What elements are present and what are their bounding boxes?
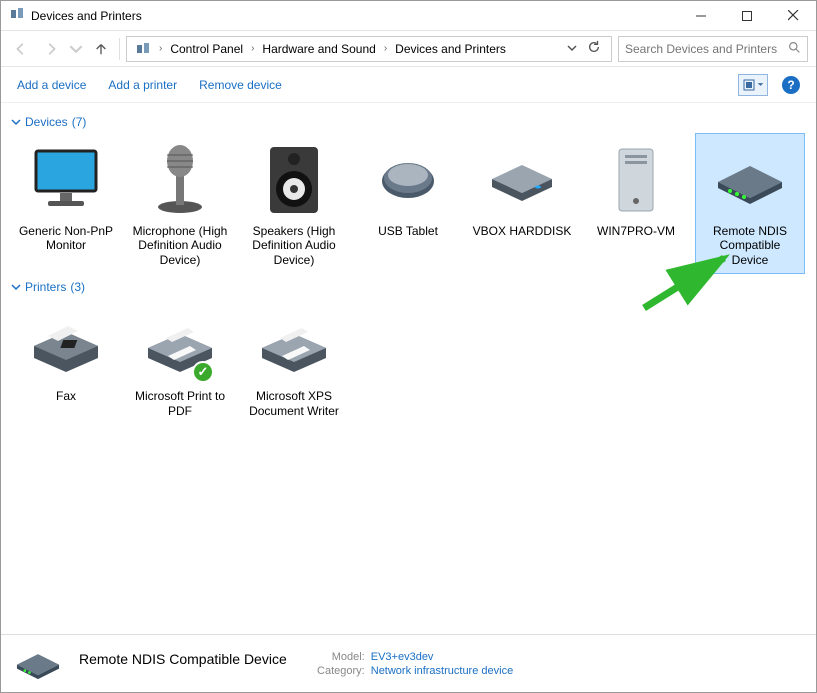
- add-printer-button[interactable]: Add a printer: [108, 78, 177, 92]
- window-title: Devices and Printers: [31, 9, 142, 23]
- group-name: Printers: [25, 280, 66, 294]
- device-item[interactable]: Remote NDIS Compatible Device: [695, 133, 805, 274]
- history-dropdown[interactable]: [563, 40, 581, 58]
- chevron-right-icon[interactable]: ›: [249, 43, 256, 54]
- device-label: Remote NDIS Compatible Device: [700, 224, 800, 267]
- search-icon[interactable]: [788, 41, 801, 57]
- printer-label: Microsoft XPS Document Writer: [244, 389, 344, 418]
- monitor-icon: [26, 142, 106, 220]
- group-header-devices[interactable]: Devices (7): [11, 109, 806, 133]
- computer-icon: [596, 142, 676, 220]
- titlebar: Devices and Printers: [1, 1, 816, 31]
- breadcrumb[interactable]: › Control Panel › Hardware and Sound › D…: [126, 36, 612, 62]
- refresh-button[interactable]: [583, 38, 605, 59]
- chevron-right-icon[interactable]: ›: [382, 43, 389, 54]
- microphone-icon: [140, 142, 220, 220]
- separator: [119, 38, 120, 60]
- fax-icon: [26, 307, 106, 385]
- printers-items: Fax ✓ Microsoft Print to PDF: [11, 298, 806, 425]
- devices-items: Generic Non-PnP Monitor Microphone (High…: [11, 133, 806, 274]
- device-label: Microphone (High Definition Audio Device…: [130, 224, 230, 267]
- device-item[interactable]: Generic Non-PnP Monitor: [11, 133, 121, 274]
- recent-dropdown[interactable]: [69, 37, 83, 61]
- details-prop-val: EV3+ev3dev: [371, 651, 434, 663]
- details-pane: Remote NDIS Compatible Device Model: EV3…: [1, 634, 816, 692]
- minimize-button[interactable]: [678, 1, 724, 31]
- device-item[interactable]: WIN7PRO-VM: [581, 133, 691, 274]
- breadcrumb-item[interactable]: Devices and Printers: [389, 40, 512, 58]
- command-bar: Add a device Add a printer Remove device…: [1, 67, 816, 103]
- breadcrumb-item[interactable]: Control Panel: [164, 40, 249, 58]
- chevron-down-icon: [11, 282, 21, 292]
- search-input[interactable]: [618, 36, 808, 62]
- close-button[interactable]: [770, 1, 816, 31]
- details-prop-key: Model:: [305, 651, 365, 663]
- printer-icon: ✓: [140, 307, 220, 385]
- forward-button[interactable]: [39, 37, 63, 61]
- device-item[interactable]: Microphone (High Definition Audio Device…: [125, 133, 235, 274]
- details-name: Remote NDIS Compatible Device: [79, 651, 287, 667]
- device-label: Generic Non-PnP Monitor: [16, 224, 116, 253]
- device-label: Speakers (High Definition Audio Device): [244, 224, 344, 267]
- group-header-printers[interactable]: Printers (3): [11, 274, 806, 298]
- device-label: VBOX HARDDISK: [473, 224, 572, 238]
- details-prop-val: Network infrastructure device: [371, 665, 513, 677]
- navbar: › Control Panel › Hardware and Sound › D…: [1, 31, 816, 67]
- chevron-down-icon: [11, 117, 21, 127]
- network-device-icon: [710, 142, 790, 220]
- printer-item[interactable]: Microsoft XPS Document Writer: [239, 298, 349, 425]
- printer-icon: [254, 307, 334, 385]
- group-count: (3): [70, 280, 85, 294]
- device-label: WIN7PRO-VM: [597, 224, 675, 238]
- details-prop-key: Category:: [305, 665, 365, 677]
- speaker-icon: [254, 142, 334, 220]
- back-button[interactable]: [9, 37, 33, 61]
- up-button[interactable]: [89, 37, 113, 61]
- device-item[interactable]: Speakers (High Definition Audio Device): [239, 133, 349, 274]
- device-item[interactable]: VBOX HARDDISK: [467, 133, 577, 274]
- harddisk-icon: [482, 142, 562, 220]
- content-area: Devices (7) Generic Non-PnP Monitor: [1, 103, 816, 634]
- default-check-badge: ✓: [192, 361, 214, 383]
- breadcrumb-item[interactable]: Hardware and Sound: [256, 40, 381, 58]
- group-count: (7): [72, 115, 87, 129]
- details-thumb: [11, 642, 65, 686]
- help-button[interactable]: ?: [782, 76, 800, 94]
- mouse-icon: [368, 142, 448, 220]
- window-icon: [9, 6, 25, 25]
- breadcrumb-root-icon[interactable]: [129, 39, 157, 59]
- printer-item[interactable]: Fax: [11, 298, 121, 425]
- device-label: USB Tablet: [378, 224, 438, 238]
- printer-label: Fax: [56, 389, 76, 403]
- printer-label: Microsoft Print to PDF: [130, 389, 230, 418]
- group-name: Devices: [25, 115, 68, 129]
- view-options-button[interactable]: [738, 74, 768, 96]
- printer-item[interactable]: ✓ Microsoft Print to PDF: [125, 298, 235, 425]
- remove-device-button[interactable]: Remove device: [199, 78, 282, 92]
- add-device-button[interactable]: Add a device: [17, 78, 86, 92]
- chevron-right-icon[interactable]: ›: [157, 43, 164, 54]
- device-item[interactable]: USB Tablet: [353, 133, 463, 274]
- search-field[interactable]: [625, 42, 784, 56]
- maximize-button[interactable]: [724, 1, 770, 31]
